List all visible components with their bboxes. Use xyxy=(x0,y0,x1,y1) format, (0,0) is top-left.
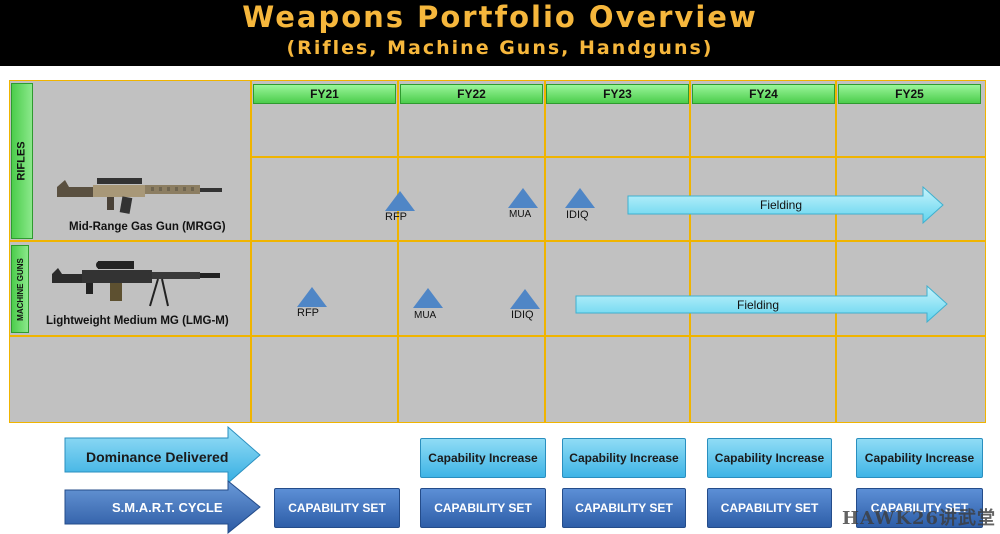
rifle-milestone-idiq: IDIQ xyxy=(566,209,589,221)
year-header-fy21: FY21 xyxy=(253,84,396,104)
capability-increase-fy25: Capability Increase xyxy=(856,438,983,478)
rifle-milestone-mua: MUA xyxy=(509,209,532,220)
capability-increase-fy22: Capability Increase xyxy=(420,438,546,478)
grid-line xyxy=(9,335,986,337)
page-subtitle: (Rifles, Machine Guns, Handguns) xyxy=(286,37,714,59)
year-header-fy25: FY25 xyxy=(838,84,981,104)
rifle-milestone-rfp: RFP xyxy=(385,211,407,223)
milestone-triangle-icon xyxy=(413,288,443,308)
row-label-machine-guns: MACHINE GUNS xyxy=(11,245,29,333)
smart-cycle-label: S.M.A.R.T. CYCLE xyxy=(112,500,223,515)
grid-line xyxy=(250,156,986,158)
page-title: Weapons Portfolio Overview xyxy=(242,0,758,34)
year-header-fy24: FY24 xyxy=(692,84,835,104)
milestone-triangle-icon xyxy=(510,289,540,309)
capability-set-fy23: CAPABILITY SET xyxy=(562,488,686,528)
header-banner: Weapons Portfolio Overview (Rifles, Mach… xyxy=(0,0,1000,66)
machine-gun-image xyxy=(52,261,220,307)
grid-line xyxy=(250,80,252,423)
milestone-triangle-icon xyxy=(565,188,595,208)
row-label-rifles: RIFLES xyxy=(11,83,33,239)
capability-increase-fy23: Capability Increase xyxy=(562,438,686,478)
row-label-rifles-text: RIFLES xyxy=(16,141,28,181)
grid-line xyxy=(9,240,986,242)
milestone-triangle-icon xyxy=(385,191,415,211)
year-header-fy23: FY23 xyxy=(546,84,689,104)
year-header-fy22: FY22 xyxy=(400,84,543,104)
rifle-fielding-label: Fielding xyxy=(760,198,803,212)
capability-set-fy21: CAPABILITY SET xyxy=(274,488,400,528)
dominance-delivered-label: Dominance Delivered xyxy=(86,449,229,465)
milestone-triangle-icon xyxy=(508,188,538,208)
capability-set-fy22: CAPABILITY SET xyxy=(420,488,546,528)
watermark: HAWK26讲武堂 xyxy=(842,508,996,529)
capability-set-fy24: CAPABILITY SET xyxy=(707,488,832,528)
mg-fielding-label: Fielding xyxy=(737,298,780,312)
grid-line xyxy=(835,80,837,423)
timeline-grid xyxy=(9,80,986,423)
capability-increase-fy24: Capability Increase xyxy=(707,438,832,478)
mg-milestone-rfp: RFP xyxy=(297,307,319,319)
mg-milestone-idiq: IDIQ xyxy=(511,309,534,321)
row-label-machine-guns-text: MACHINE GUNS xyxy=(15,257,25,321)
mg-milestone-mua: MUA xyxy=(414,310,437,321)
rifle-image xyxy=(57,178,222,214)
grid-line xyxy=(544,80,546,423)
grid-line xyxy=(689,80,691,423)
rifle-caption: Mid-Range Gas Gun (MRGG) xyxy=(69,221,226,233)
grid-line xyxy=(397,80,399,423)
milestone-triangle-icon xyxy=(297,287,327,307)
machine-gun-caption: Lightweight Medium MG (LMG-M) xyxy=(46,315,229,327)
